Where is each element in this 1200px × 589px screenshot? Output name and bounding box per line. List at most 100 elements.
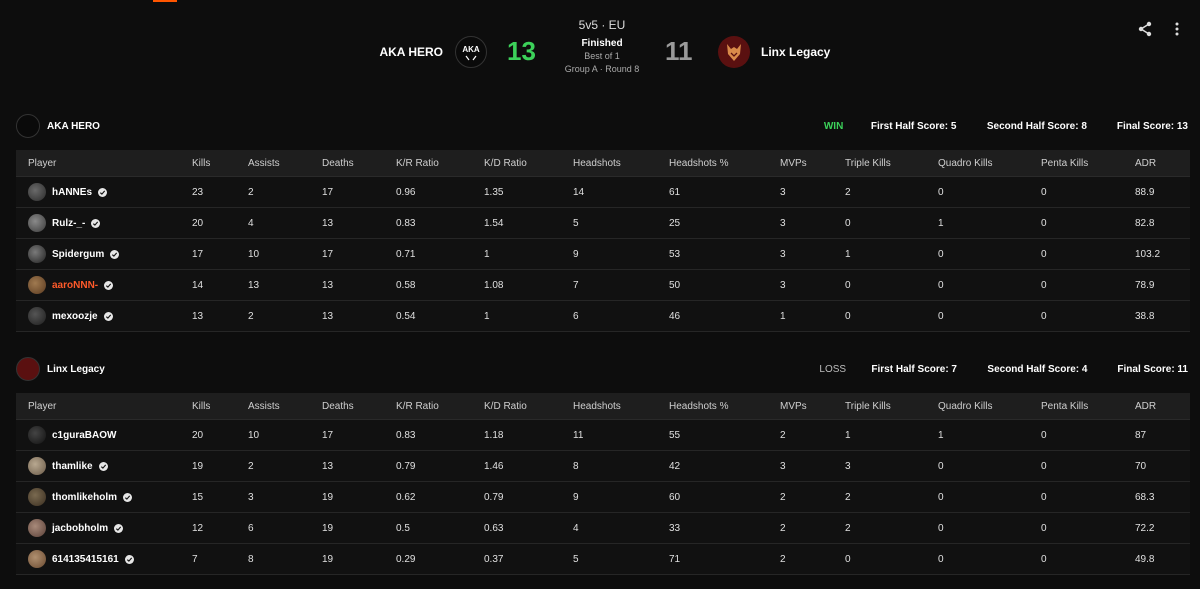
stat-cell: 0	[833, 300, 926, 332]
table-row[interactable]: aaroNNN- 14 13 13 0.58 1.08 7 50 3 0 0 0 78.9	[16, 269, 1190, 301]
player-name[interactable]: c1guraBAOW	[52, 430, 116, 441]
stat-cell: 0	[926, 176, 1029, 208]
verified-check-icon	[91, 218, 101, 228]
column-header[interactable]: K/D Ratio	[472, 150, 561, 177]
player-avatar[interactable]	[28, 214, 46, 232]
table-row[interactable]: c1guraBAOW 20 10 17 0.83 1.18 11 55 2 1 1 0 87	[16, 419, 1190, 451]
table-row[interactable]: thamlike 19 2 13 0.79 1.46 8 42 3 3 0 0 70	[16, 450, 1190, 482]
player-name[interactable]: thomlikeholm	[52, 492, 117, 503]
player-avatar[interactable]	[28, 183, 46, 201]
column-header[interactable]: K/D Ratio	[472, 393, 561, 420]
player-avatar[interactable]	[28, 550, 46, 568]
player-avatar[interactable]	[28, 307, 46, 325]
stat-cell: 4	[236, 207, 310, 239]
stat-cell: 2	[768, 543, 833, 575]
team2-name[interactable]: Linx Legacy	[761, 45, 830, 59]
column-header[interactable]: Kills	[180, 150, 236, 177]
stat-cell: 60	[657, 481, 768, 513]
player-stats-table-2: Player Kills Assists Deaths K/R Ratio K/D Rat…	[16, 393, 1190, 575]
column-header[interactable]: MVPs	[768, 393, 833, 420]
team-logo-small[interactable]	[16, 357, 40, 381]
table-row[interactable]: jacbobholm 12 6 19 0.5 0.63 4 33 2 2 0 0 72.2	[16, 512, 1190, 544]
column-header[interactable]: Penta Kills	[1029, 150, 1123, 177]
column-header[interactable]: Penta Kills	[1029, 393, 1123, 420]
team-name[interactable]: Linx Legacy	[47, 364, 105, 375]
player-avatar[interactable]	[28, 519, 46, 537]
team1-name[interactable]: AKA HERO	[379, 45, 443, 59]
table-row[interactable]: thomlikeholm 15 3 19 0.62 0.79 9 60 2 2 0 0 68.3	[16, 481, 1190, 513]
match-round: Group A · Round 8	[564, 64, 640, 74]
column-header[interactable]: Player	[16, 393, 180, 420]
stat-cell: 2	[768, 512, 833, 544]
player-avatar[interactable]	[28, 457, 46, 475]
table-row[interactable]: mexoozje 13 2 13 0.54 1 6 46 1 0 0 0 38.8	[16, 300, 1190, 332]
column-header[interactable]: MVPs	[768, 150, 833, 177]
stat-cell: 1	[472, 300, 561, 332]
stat-cell: 55	[657, 419, 768, 451]
table-row[interactable]: Rulz-_- 20 4 13 0.83 1.54 5 25 3 0 1 0 82.8	[16, 207, 1190, 239]
stat-cell: 0	[1029, 543, 1123, 575]
stat-cell: 1	[768, 300, 833, 332]
column-header[interactable]: ADR	[1123, 393, 1190, 420]
stat-cell: 0	[1029, 207, 1123, 239]
stat-cell: 78.9	[1123, 269, 1190, 301]
column-header[interactable]: Triple Kills	[833, 393, 926, 420]
column-header[interactable]: Deaths	[310, 393, 384, 420]
column-header[interactable]: Deaths	[310, 150, 384, 177]
player-name[interactable]: 614135415161	[52, 554, 119, 565]
stat-cell: 9	[561, 238, 657, 270]
stat-cell: 49.8	[1123, 543, 1190, 575]
player-avatar[interactable]	[28, 276, 46, 294]
table-row[interactable]: 614135415161 7 8 19 0.29 0.37 5 71 2 0 0 0 49.8	[16, 543, 1190, 575]
match-header: AKA HERO AKA 13 5v5 · EU Finished Best o…	[0, 14, 1200, 84]
stat-cell: 0	[833, 207, 926, 239]
column-header[interactable]: Quadro Kills	[926, 150, 1029, 177]
table-row[interactable]: hANNEs 23 2 17 0.96 1.35 14 61 3 2 0 0 88.9	[16, 176, 1190, 208]
stat-cell: 0	[1029, 300, 1123, 332]
team-logo-small[interactable]	[16, 114, 40, 138]
stat-cell: 38.8	[1123, 300, 1190, 332]
player-name[interactable]: jacbobholm	[52, 523, 108, 534]
stat-cell: 0	[1029, 238, 1123, 270]
stat-cell: 1.46	[472, 450, 561, 482]
table-row[interactable]: Spidergum 17 10 17 0.71 1 9 53 3 1 0 0 103.2	[16, 238, 1190, 270]
team2-logo[interactable]	[718, 36, 750, 68]
stat-cell: 5	[561, 543, 657, 575]
stat-cell: 25	[657, 207, 768, 239]
column-header[interactable]: Quadro Kills	[926, 393, 1029, 420]
team1-logo[interactable]: AKA	[455, 36, 487, 68]
player-name[interactable]: aaroNNN-	[52, 280, 98, 291]
column-header[interactable]: Headshots	[561, 150, 657, 177]
result-label: WIN	[823, 120, 844, 132]
column-header[interactable]: Headshots %	[657, 393, 768, 420]
column-header[interactable]: Player	[16, 150, 180, 177]
column-header[interactable]: Triple Kills	[833, 150, 926, 177]
player-name[interactable]: mexoozje	[52, 311, 98, 322]
column-header[interactable]: K/R Ratio	[384, 393, 472, 420]
stat-cell: 0.58	[384, 269, 472, 301]
stat-cell: 0	[1029, 450, 1123, 482]
column-header[interactable]: Kills	[180, 393, 236, 420]
player-name[interactable]: thamlike	[52, 461, 93, 472]
column-header[interactable]: Headshots	[561, 393, 657, 420]
stat-cell: 17	[310, 176, 384, 208]
column-header[interactable]: Assists	[236, 393, 310, 420]
stat-cell: 2	[236, 300, 310, 332]
stat-cell: 50	[657, 269, 768, 301]
column-header[interactable]: Headshots %	[657, 150, 768, 177]
match-status: Finished	[581, 38, 623, 49]
player-name[interactable]: Rulz-_-	[52, 218, 85, 229]
player-avatar[interactable]	[28, 488, 46, 506]
player-avatar[interactable]	[28, 245, 46, 263]
column-header[interactable]: ADR	[1123, 150, 1190, 177]
stat-cell: 53	[657, 238, 768, 270]
column-header[interactable]: K/R Ratio	[384, 150, 472, 177]
player-name[interactable]: hANNEs	[52, 187, 92, 198]
player-avatar[interactable]	[28, 426, 46, 444]
column-header[interactable]: Assists	[236, 150, 310, 177]
player-name[interactable]: Spidergum	[52, 249, 104, 260]
team-name[interactable]: AKA HERO	[47, 121, 100, 132]
stat-cell: 13	[310, 207, 384, 239]
stat-cell: 87	[1123, 419, 1190, 451]
result-label: LOSS	[819, 363, 847, 375]
